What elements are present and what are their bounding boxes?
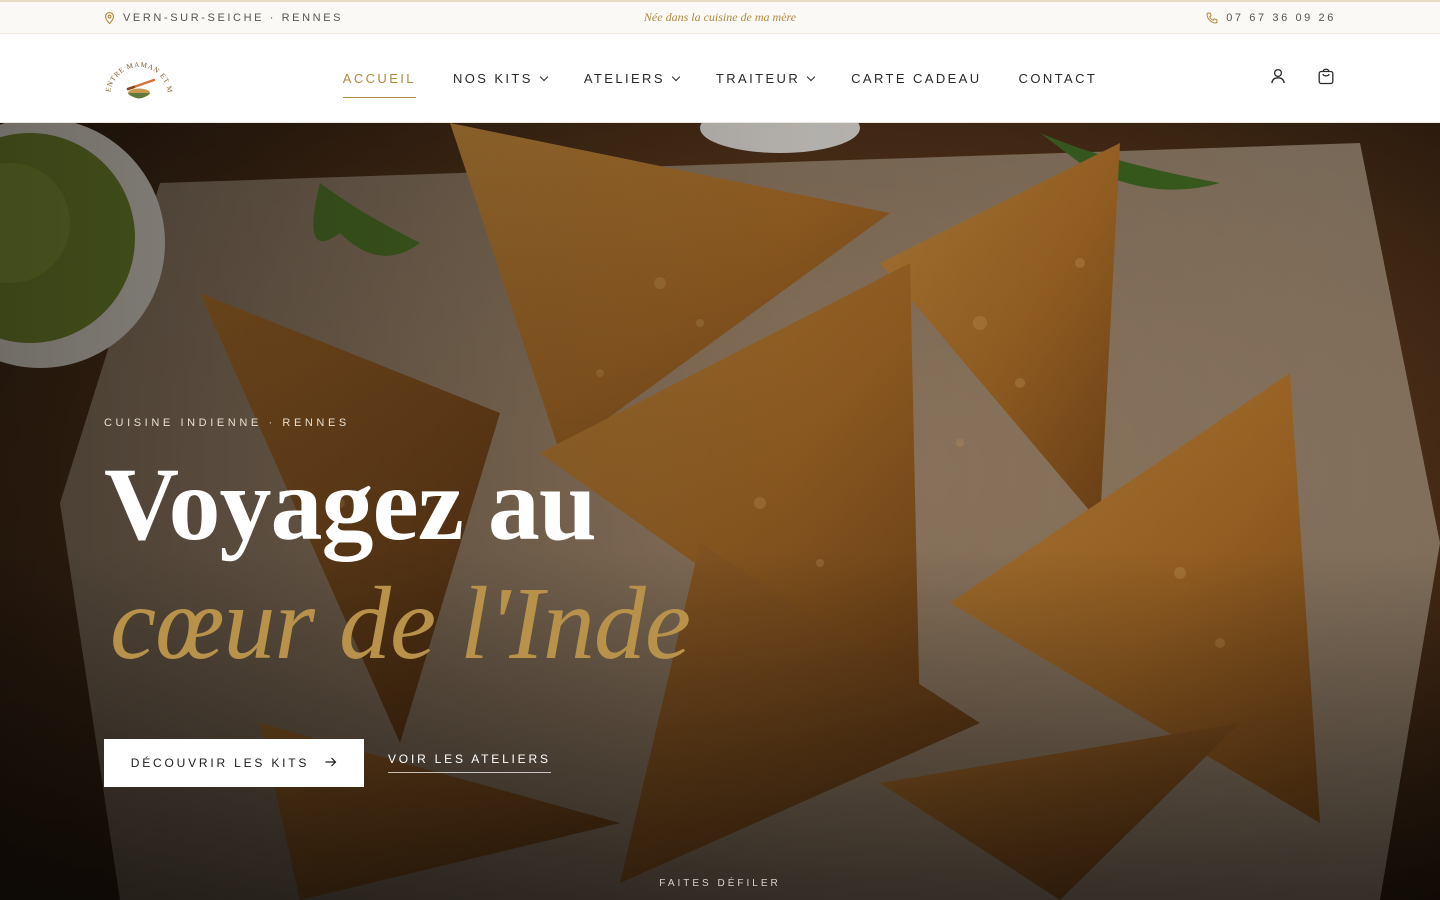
cart-icon[interactable] [1316,66,1336,86]
nav-item-contact[interactable]: CONTACT [1019,64,1098,94]
discover-kits-button[interactable]: DÉCOUVRIR LES KITS [104,739,364,787]
discover-kits-label: DÉCOUVRIR LES KITS [130,756,310,770]
phone-icon [1206,11,1218,24]
hero-eyebrow: CUISINE INDIENNE · RENNES [104,417,350,429]
nav-item-traiteur[interactable]: TRAITEUR [715,64,816,94]
hero-title-line2: cœur de l'Inde [110,566,691,681]
main-nav: ACCUEIL NOS KITS ATELIERS TRAITEUR CARTE… [0,34,1440,123]
nav-label: CONTACT [1018,71,1098,86]
map-pin-icon [104,11,115,24]
scroll-hint: FAITES DÉFILER [659,878,781,889]
nav-label: ATELIERS [583,71,665,86]
nav-item-carte-cadeau[interactable]: CARTE CADEAU [851,64,981,94]
nav-item-nos-kits[interactable]: NOS KITS [452,64,549,94]
arrow-right-icon [325,756,337,770]
hero-title-line1: Voyagez au [104,447,597,562]
top-bar: VERN-SUR-SEICHE · RENNES Née dans la cui… [0,0,1440,34]
site-header: ENTRE MAMAN ET MOI ACCUEIL NOS KITS ATEL… [0,34,1440,123]
user-icon[interactable] [1268,66,1288,86]
view-workshops-link[interactable]: VOIR LES ATELIERS [388,752,551,773]
hero-section: CUISINE INDIENNE · RENNES Voyagez au cœu… [0,123,1440,900]
location-info: VERN-SUR-SEICHE · RENNES [104,12,343,24]
nav-label: NOS KITS [452,71,533,86]
phone-link[interactable]: 07 67 36 09 26 [1206,12,1336,24]
nav-item-ateliers[interactable]: ATELIERS [583,64,681,94]
chevron-down-icon [806,72,816,81]
chevron-down-icon [671,72,681,81]
nav-label: ACCUEIL [342,71,416,86]
nav-label: CARTE CADEAU [851,71,982,86]
chevron-down-icon [539,72,549,81]
location-text: VERN-SUR-SEICHE · RENNES [123,11,344,24]
nav-item-accueil[interactable]: ACCUEIL [342,64,417,98]
header-actions [1268,66,1336,86]
phone-text: 07 67 36 09 26 [1226,11,1336,24]
nav-label: TRAITEUR [715,71,801,86]
